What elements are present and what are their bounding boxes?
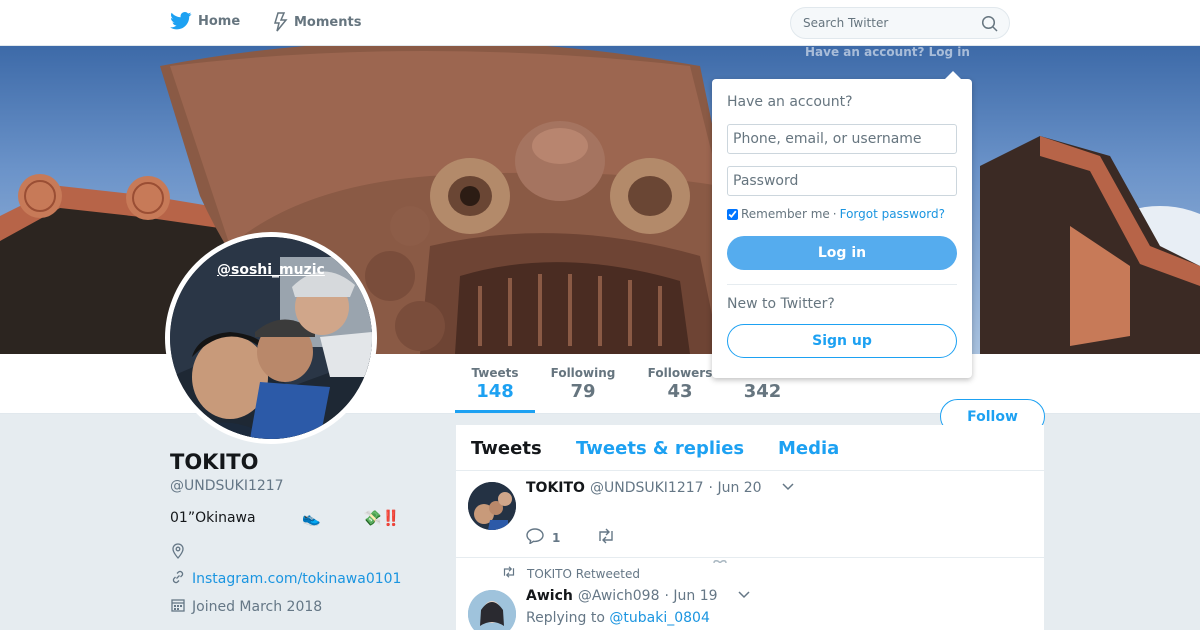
chevron-down-icon[interactable]: [737, 588, 751, 604]
retweet-small-icon: [501, 566, 517, 581]
tab-media[interactable]: Media: [778, 438, 839, 459]
tweet-author-handle[interactable]: @Awich098: [578, 588, 660, 604]
reply-icon[interactable]: [526, 528, 544, 547]
nav-moments[interactable]: Moments: [272, 12, 361, 32]
profile-handle[interactable]: @UNDSUKI1217: [170, 478, 284, 494]
remember-row: Remember me · Forgot password?: [727, 207, 945, 221]
username-field[interactable]: [727, 124, 957, 154]
tweet-date[interactable]: · Jun 19: [665, 588, 718, 604]
stat-tweets-value: 148: [476, 381, 514, 402]
tweet-item[interactable]: TOKITO @UNDSUKI1217 · Jun 20 1: [456, 472, 1044, 564]
divider: [727, 284, 957, 285]
tweet-avatar[interactable]: [468, 590, 516, 630]
tab-tweets-replies[interactable]: Tweets & replies: [576, 438, 744, 459]
stat-likes-value: 342: [743, 381, 782, 402]
timeline-tabs: Tweets Tweets & replies Media: [456, 425, 1044, 471]
tweet-item[interactable]: TOKITO Retweeted Awich @Awich098 · Jun 1…: [456, 559, 1044, 630]
tweet-author-name[interactable]: Awich: [526, 588, 573, 604]
profile-joined-text: Joined March 2018: [192, 599, 323, 615]
retweet-icon[interactable]: [596, 528, 616, 547]
nav-moments-label: Moments: [294, 14, 362, 30]
retweet-context-text[interactable]: TOKITO Retweeted: [527, 567, 640, 581]
search-input[interactable]: [803, 16, 973, 30]
reply-to: Replying to @tubaki_0804: [526, 610, 710, 626]
profile-url-link[interactable]: Instagram.com/tokinawa0101: [192, 571, 401, 587]
bird-icon: [170, 12, 192, 30]
stat-tweets-label: Tweets: [471, 366, 519, 380]
calendar-icon: [170, 597, 186, 617]
remember-me-checkbox[interactable]: [727, 208, 738, 220]
tweet-avatar[interactable]: [468, 482, 516, 530]
tweet-header: TOKITO @UNDSUKI1217 · Jun 20: [526, 480, 795, 496]
search-icon[interactable]: [981, 15, 999, 37]
login-hint[interactable]: Have an account? Log in: [805, 45, 970, 59]
search-box: [790, 7, 1010, 39]
stat-following-label: Following: [550, 366, 616, 380]
stat-tweets[interactable]: Tweets 148: [455, 366, 535, 413]
new-to-twitter-label: New to Twitter?: [727, 296, 835, 312]
profile-name[interactable]: TOKITO: [170, 450, 258, 474]
stat-following[interactable]: Following 79: [543, 366, 623, 402]
location-pin-icon: [170, 543, 186, 563]
link-icon: [170, 569, 186, 589]
stat-followers[interactable]: Followers 43: [640, 366, 720, 402]
reply-to-user-link[interactable]: @tubaki_0804: [609, 610, 709, 626]
reply-to-prefix: Replying to: [526, 610, 605, 626]
tab-tweets[interactable]: Tweets: [471, 438, 542, 459]
nav-home-label: Home: [198, 13, 241, 29]
avatar[interactable]: @soshi_muzic: [165, 232, 377, 444]
profile-location: [170, 543, 186, 563]
nav-home[interactable]: Home: [170, 12, 240, 30]
profile-bio-emoji-2: 💸‼️: [363, 509, 401, 527]
tweet-actions: 1: [526, 528, 616, 547]
profile-bio: 01”Okinawa 👟 💸‼️: [170, 509, 400, 527]
remember-separator: ·: [832, 207, 837, 221]
reply-count: 1: [552, 530, 561, 545]
signup-button[interactable]: Sign up: [727, 324, 957, 358]
top-nav: Home Moments: [0, 0, 1200, 46]
tweet-date[interactable]: · Jun 20: [709, 480, 762, 496]
stat-followers-value: 43: [667, 381, 693, 402]
retweet-context: TOKITO Retweeted: [501, 566, 640, 581]
profile-bio-text: 01”Okinawa: [170, 510, 256, 526]
lightning-icon: [272, 12, 288, 32]
login-button[interactable]: Log in: [727, 236, 957, 270]
tweet-author-handle[interactable]: @UNDSUKI1217: [590, 480, 704, 496]
remember-me-label[interactable]: Remember me: [741, 207, 830, 221]
login-dropdown-title: Have an account?: [727, 94, 853, 110]
chevron-down-icon[interactable]: [781, 480, 795, 496]
profile-bio-emoji-1: 👟: [302, 509, 321, 527]
avatar-overlay-text: @soshi_muzic: [217, 262, 325, 278]
password-field[interactable]: [727, 166, 957, 196]
profile-url: Instagram.com/tokinawa0101: [170, 569, 401, 589]
forgot-password-link[interactable]: Forgot password?: [840, 207, 945, 221]
timeline: Tweets Tweets & replies Media TOKITO @UN…: [456, 425, 1044, 630]
tweet-author-name[interactable]: TOKITO: [526, 480, 585, 496]
tweet-header: Awich @Awich098 · Jun 19: [526, 588, 751, 604]
login-dropdown: Have an account? Remember me · Forgot pa…: [712, 71, 972, 378]
stat-following-value: 79: [570, 381, 596, 402]
stat-followers-label: Followers: [647, 366, 713, 380]
profile-joined: Joined March 2018: [170, 597, 322, 617]
